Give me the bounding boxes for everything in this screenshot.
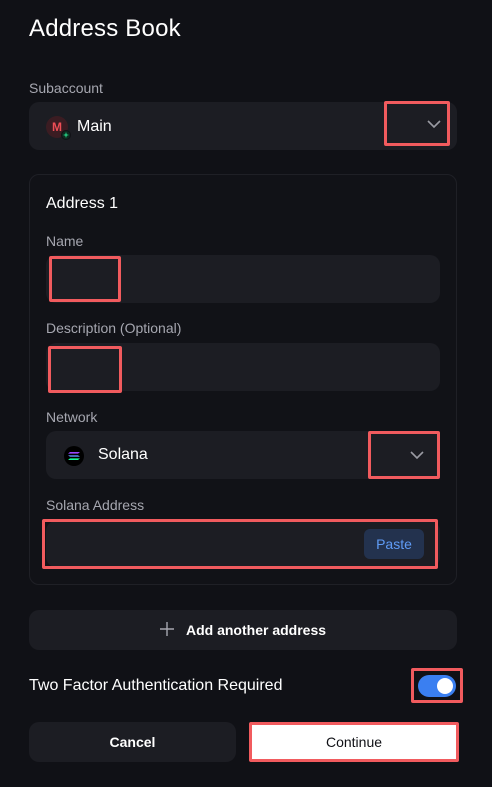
address-card-title: Address 1 — [46, 195, 119, 212]
plus-icon — [159, 621, 174, 639]
chevron-down-icon — [427, 120, 441, 132]
subaccount-dropdown-button[interactable] — [384, 101, 450, 146]
two-factor-toggle-highlight[interactable] — [411, 668, 463, 703]
two-factor-label: Two Factor Authentication Required — [29, 677, 283, 694]
page-title: Address Book — [29, 15, 181, 42]
subaccount-label: Subaccount — [29, 80, 103, 96]
network-label: Network — [46, 409, 98, 425]
chevron-down-icon — [410, 451, 424, 463]
name-input-highlight[interactable] — [49, 256, 121, 302]
description-label: Description (Optional) — [46, 320, 182, 336]
name-label: Name — [46, 233, 84, 249]
add-another-address-label: Add another address — [185, 622, 327, 638]
subaccount-status-badge — [61, 130, 71, 140]
solana-address-highlight[interactable] — [42, 519, 438, 569]
solana-address-label: Solana Address — [46, 497, 145, 513]
description-input-highlight[interactable] — [48, 346, 122, 393]
solana-icon — [64, 446, 84, 466]
subaccount-selected-value: Main — [77, 118, 112, 135]
network-dropdown-button[interactable] — [368, 431, 440, 479]
continue-button-highlight[interactable] — [249, 722, 459, 762]
cancel-button[interactable]: Cancel — [29, 722, 236, 762]
add-another-address-button[interactable]: Add another address — [29, 610, 457, 650]
network-selected-value: Solana — [98, 446, 148, 463]
